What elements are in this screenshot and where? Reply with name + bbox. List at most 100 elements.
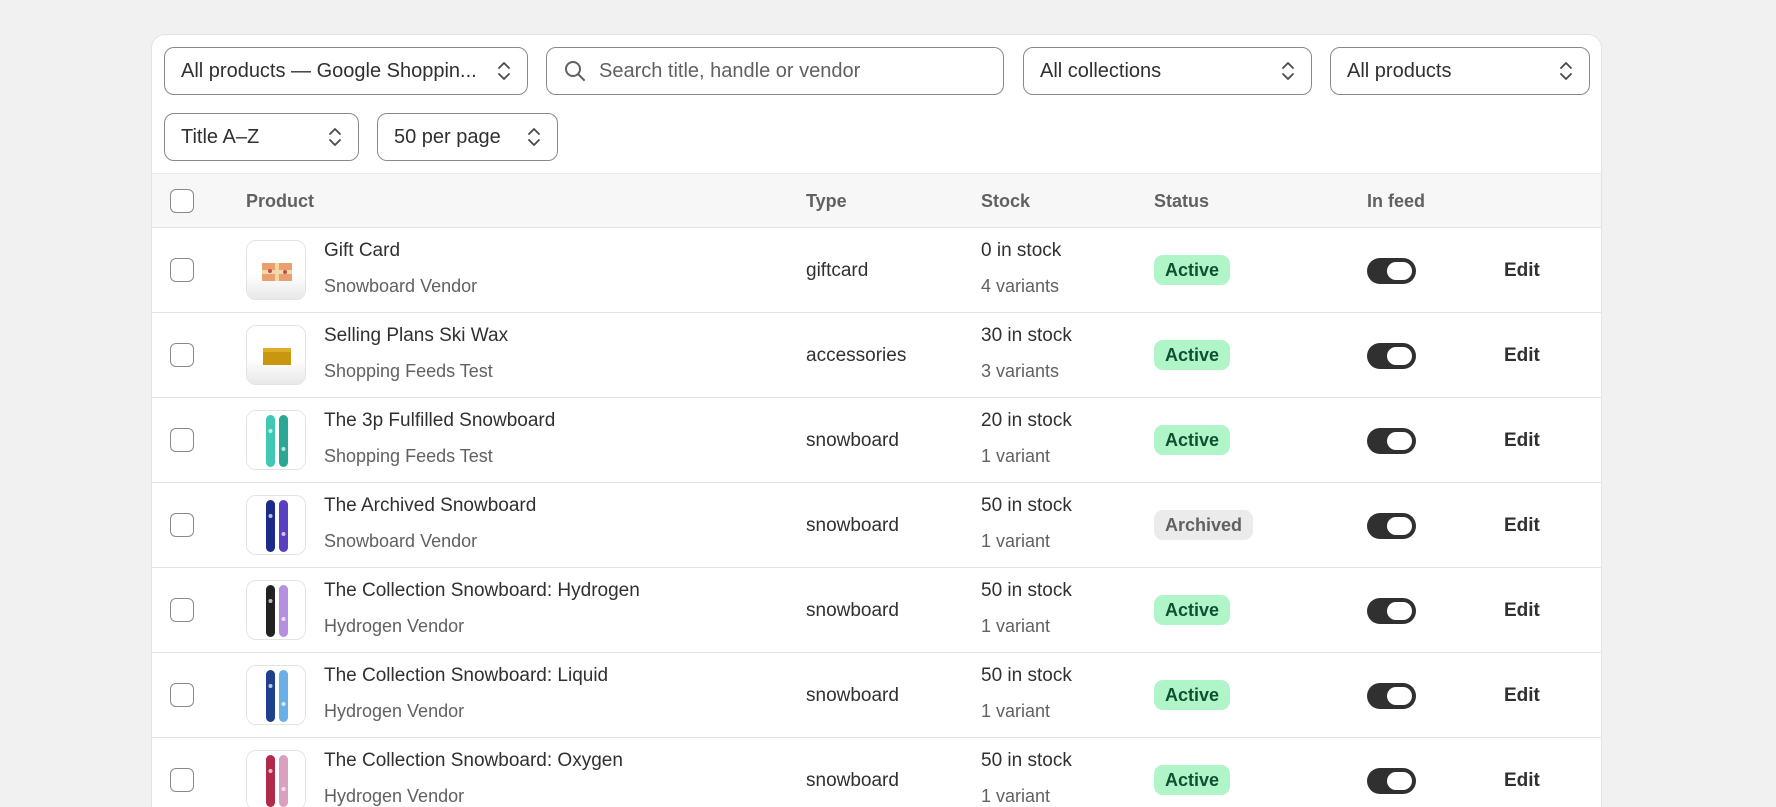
product-vendor: Snowboard Vendor <box>324 276 478 296</box>
toggle-knob <box>1387 602 1412 620</box>
select-chevron-icon <box>528 128 540 146</box>
product-stock: 50 in stock <box>981 750 1072 771</box>
table-row[interactable]: The Collection Snowboard: Oxygen Hydrogen… <box>152 738 1601 807</box>
product-thumbnail[interactable] <box>246 410 306 470</box>
product-name[interactable]: The Collection Snowboard: Oxygen <box>324 750 623 772</box>
product-variants: 1 variant <box>981 531 1051 551</box>
in-feed-toggle[interactable] <box>1367 343 1416 369</box>
header-in-feed[interactable]: In feed <box>1367 174 1425 229</box>
product-thumbnail[interactable] <box>246 495 306 555</box>
status-badge: Archived <box>1154 510 1254 540</box>
select-all-checkbox[interactable] <box>170 189 194 213</box>
edit-button[interactable]: Edit <box>1504 653 1540 738</box>
toggle-knob <box>1387 347 1412 365</box>
edit-button[interactable]: Edit <box>1504 228 1540 313</box>
select-chevron-icon <box>329 128 341 146</box>
row-checkbox[interactable] <box>170 343 194 367</box>
table-row[interactable]: The Collection Snowboard: Hydrogen Hydrog… <box>152 568 1601 653</box>
table-row[interactable]: Selling Plans Ski Wax Shopping Feeds Test… <box>152 313 1601 398</box>
edit-button[interactable]: Edit <box>1504 313 1540 398</box>
in-feed-toggle[interactable] <box>1367 428 1416 454</box>
feed-select-value: All products — Google Shoppin... <box>181 59 477 82</box>
table-row[interactable]: Gift Card Snowboard Vendor giftcard 0 in st… <box>152 228 1601 313</box>
row-checkbox[interactable] <box>170 513 194 537</box>
product-type: snowboard <box>806 685 899 706</box>
products-card: All products — Google Shoppin... Search … <box>151 34 1602 807</box>
product-variants: 1 variant <box>981 446 1051 466</box>
product-name[interactable]: The 3p Fulfilled Snowboard <box>324 410 555 432</box>
row-checkbox[interactable] <box>170 768 194 792</box>
product-variants: 1 variant <box>981 786 1051 806</box>
header-status[interactable]: Status <box>1154 174 1209 229</box>
product-variants: 3 variants <box>981 361 1060 381</box>
product-type: snowboard <box>806 515 899 536</box>
in-feed-toggle[interactable] <box>1367 513 1416 539</box>
row-checkbox[interactable] <box>170 683 194 707</box>
header-type[interactable]: Type <box>806 174 847 229</box>
products-select-value: All products <box>1347 59 1452 82</box>
in-feed-toggle[interactable] <box>1367 768 1416 794</box>
status-badge: Active <box>1154 340 1231 370</box>
sort-select[interactable]: Title A–Z <box>164 113 359 161</box>
product-stock: 50 in stock <box>981 495 1072 516</box>
edit-button[interactable]: Edit <box>1504 398 1540 483</box>
product-stock: 20 in stock <box>981 410 1072 431</box>
product-variants: 1 variant <box>981 701 1051 721</box>
product-name[interactable]: The Archived Snowboard <box>324 495 536 517</box>
product-vendor: Hydrogen Vendor <box>324 616 465 636</box>
product-thumbnail[interactable] <box>246 750 306 807</box>
gift-card-icon <box>247 241 305 299</box>
row-checkbox[interactable] <box>170 258 194 282</box>
product-thumbnail[interactable] <box>246 580 306 640</box>
product-thumbnail[interactable] <box>246 325 306 385</box>
status-badge: Active <box>1154 595 1231 625</box>
search-icon <box>565 61 585 81</box>
search-input[interactable]: Search title, handle or vendor <box>546 47 1004 95</box>
product-stock: 0 in stock <box>981 240 1062 261</box>
ski-wax-icon <box>247 326 305 384</box>
toggle-knob <box>1387 262 1412 280</box>
edit-button[interactable]: Edit <box>1504 738 1540 807</box>
snowboard-icon <box>247 666 305 724</box>
product-stock: 50 in stock <box>981 580 1072 601</box>
toggle-knob <box>1387 687 1412 705</box>
snowboard-icon <box>247 751 305 807</box>
in-feed-toggle[interactable] <box>1367 258 1416 284</box>
product-name[interactable]: Selling Plans Ski Wax <box>324 325 508 347</box>
in-feed-toggle[interactable] <box>1367 683 1416 709</box>
product-vendor: Shopping Feeds Test <box>324 361 493 381</box>
product-thumbnail[interactable] <box>246 240 306 300</box>
status-badge: Active <box>1154 255 1231 285</box>
toggle-knob <box>1387 517 1412 535</box>
collections-select[interactable]: All collections <box>1023 47 1312 95</box>
product-vendor: Snowboard Vendor <box>324 531 478 551</box>
header-stock[interactable]: Stock <box>981 174 1030 229</box>
product-name[interactable]: The Collection Snowboard: Liquid <box>324 665 608 687</box>
row-checkbox[interactable] <box>170 598 194 622</box>
product-vendor: Shopping Feeds Test <box>324 446 493 466</box>
product-vendor: Hydrogen Vendor <box>324 701 465 721</box>
product-thumbnail[interactable] <box>246 665 306 725</box>
per-page-select[interactable]: 50 per page <box>377 113 558 161</box>
collections-select-value: All collections <box>1040 59 1162 82</box>
edit-button[interactable]: Edit <box>1504 483 1540 568</box>
header-product[interactable]: Product <box>246 174 314 229</box>
product-name[interactable]: Gift Card <box>324 240 400 262</box>
status-badge: Active <box>1154 425 1231 455</box>
feed-select[interactable]: All products — Google Shoppin... <box>164 47 528 95</box>
product-type: accessories <box>806 345 907 366</box>
table-row[interactable]: The 3p Fulfilled Snowboard Shopping Feeds… <box>152 398 1601 483</box>
row-checkbox[interactable] <box>170 428 194 452</box>
table-row[interactable]: The Archived Snowboard Snowboard Vendor sn… <box>152 483 1601 568</box>
product-stock: 50 in stock <box>981 665 1072 686</box>
table-row[interactable]: The Collection Snowboard: Liquid Hydrogen… <box>152 653 1601 738</box>
snowboard-icon <box>247 411 305 469</box>
status-badge: Active <box>1154 765 1231 795</box>
products-select[interactable]: All products <box>1330 47 1590 95</box>
edit-button[interactable]: Edit <box>1504 568 1540 653</box>
in-feed-toggle[interactable] <box>1367 598 1416 624</box>
product-variants: 4 variants <box>981 276 1060 296</box>
select-chevron-icon <box>1560 62 1572 80</box>
product-vendor: Hydrogen Vendor <box>324 786 465 806</box>
product-name[interactable]: The Collection Snowboard: Hydrogen <box>324 580 640 602</box>
